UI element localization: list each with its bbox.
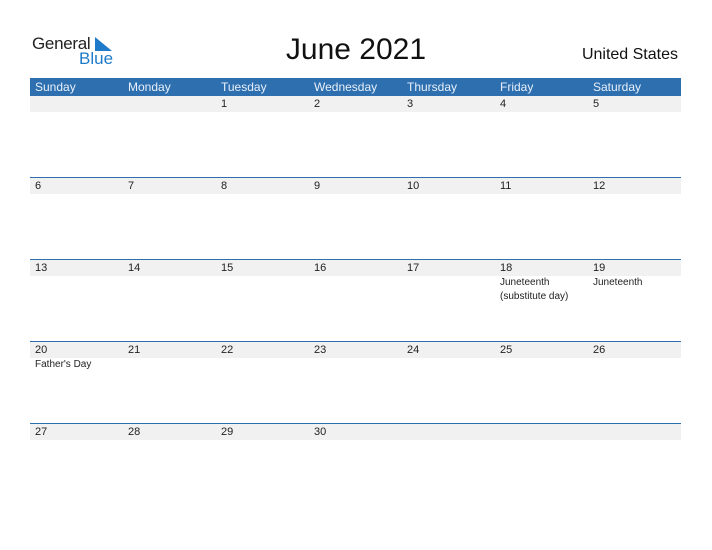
day-number: 26 [593,344,606,356]
day-number: 8 [221,180,228,192]
weekday-monday: Monday [128,80,171,94]
week-row: 27 28 29 30 [30,423,681,505]
weekday-thursday: Thursday [407,80,458,94]
day-number [123,96,216,112]
day-number: 24 [407,344,420,356]
holiday-event [309,358,402,372]
day-number: 5 [593,98,600,110]
weekday-friday: Friday [500,80,534,94]
day-number [588,424,681,440]
weekday-sunday: Sunday [35,80,76,94]
day-number: 17 [407,262,420,274]
week-row: 20 21 22 23 24 25 26 Father's Day [30,341,681,423]
weeks-container: 1 2 3 4 5 6 7 8 9 10 11 12 13 14 15 16 17 18 19 Juneteenth … [30,96,681,505]
day-number: 21 [128,344,141,356]
holiday-event [216,358,309,372]
date-band: 27 28 29 30 [30,424,681,440]
week-row: 13 14 15 16 17 18 19 Juneteenth (substitute day… [30,259,681,341]
day-number: 4 [500,98,507,110]
day-number: 22 [221,344,234,356]
events-row: Father's Day [30,358,681,372]
date-band: 13 14 15 16 17 18 19 [30,260,681,276]
holiday-event [495,358,588,372]
events-row: Juneteenth (substitute day) Juneteenth [30,276,681,304]
holiday-event [402,358,495,372]
holiday-event [30,276,123,304]
day-number: 13 [35,262,48,274]
day-number: 2 [314,98,321,110]
weekday-saturday: Saturday [593,80,642,94]
weekday-tuesday: Tuesday [221,80,267,94]
day-number: 16 [314,262,327,274]
day-number: 18 [500,262,513,274]
day-number: 20 [35,344,48,356]
day-number: 25 [500,344,513,356]
holiday-event [588,358,681,372]
weekday-wednesday: Wednesday [314,80,378,94]
holiday-event: Juneteenth (substitute day) [500,277,569,302]
calendar: Sunday Monday Tuesday Wednesday Thursday… [30,78,681,505]
day-number [495,424,588,440]
day-number: 30 [314,426,327,438]
day-number: 19 [593,262,606,274]
day-number: 9 [314,180,321,192]
day-number: 10 [407,180,420,192]
day-number: 14 [128,262,141,274]
holiday-event: Father's Day [35,359,92,370]
day-number: 29 [221,426,234,438]
day-number: 1 [221,98,228,110]
day-number: 11 [500,180,512,192]
country-label: United States [581,46,678,63]
holiday-event [216,276,309,304]
day-number: 15 [221,262,234,274]
weekday-header: Sunday Monday Tuesday Wednesday Thursday… [30,78,681,96]
holiday-event [402,276,495,304]
date-band: 20 21 22 23 24 25 26 [30,342,681,358]
holiday-event [123,358,216,372]
day-number: 28 [128,426,141,438]
day-number: 3 [407,98,414,110]
date-band: 6 7 8 9 10 11 12 [30,178,681,194]
holiday-event [309,276,402,304]
week-row: 6 7 8 9 10 11 12 [30,177,681,259]
holiday-event: Juneteenth [593,277,643,288]
day-number: 27 [35,426,48,438]
holiday-event [123,276,216,304]
day-number [402,424,495,440]
date-band: 1 2 3 4 5 [30,96,681,112]
day-number [30,96,123,112]
week-row: 1 2 3 4 5 [30,96,681,177]
day-number: 23 [314,344,327,356]
day-number: 12 [593,180,606,192]
day-number: 7 [128,180,135,192]
day-number: 6 [35,180,42,192]
